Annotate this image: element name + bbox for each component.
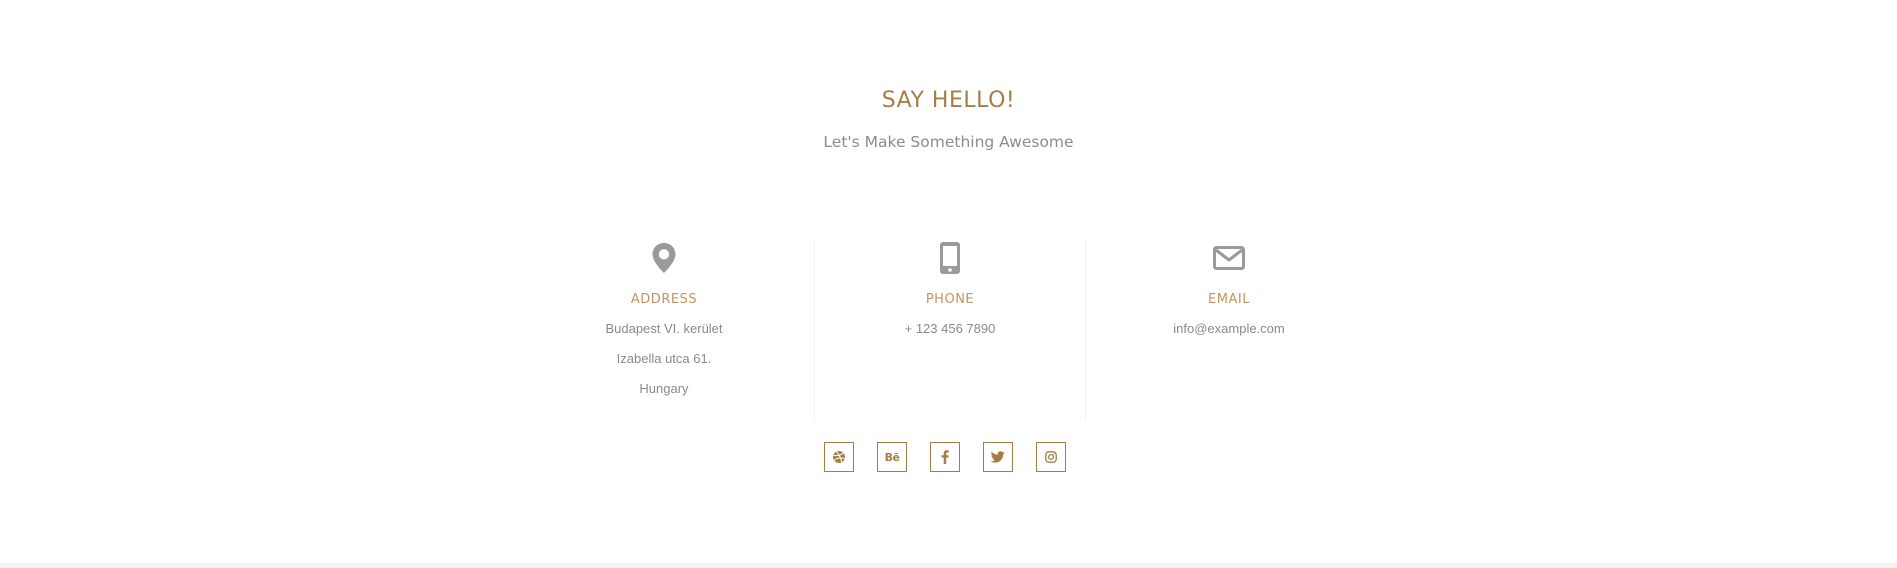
address-line: Hungary [639, 381, 689, 396]
dribbble-icon [833, 451, 845, 463]
map-marker-icon [529, 240, 799, 276]
mobile-phone-icon [815, 240, 1085, 276]
instagram-icon [1045, 451, 1057, 463]
address-line: Budapest VI. kerület [605, 321, 723, 336]
phone-number[interactable]: + 123 456 7890 [815, 321, 1085, 337]
dribbble-link[interactable] [824, 442, 854, 472]
email-address[interactable]: info@example.com [1094, 321, 1364, 337]
twitter-icon [991, 451, 1005, 463]
behance-icon: Bē [884, 450, 900, 464]
facebook-link[interactable] [930, 442, 960, 472]
behance-link[interactable]: Bē [877, 442, 907, 472]
phone-block: PHONE + 123 456 7890 [814, 240, 1086, 420]
email-label: EMAIL [1208, 292, 1250, 307]
address-line: Izabella utca 61. [616, 351, 712, 366]
instagram-link[interactable] [1036, 442, 1066, 472]
email-block: EMAIL info@example.com [1094, 240, 1364, 420]
facebook-icon [941, 450, 949, 464]
phone-label: PHONE [925, 292, 975, 307]
address-block: ADDRESS Budapest VI. kerület Izabella ut… [529, 240, 799, 420]
twitter-link[interactable] [983, 442, 1013, 472]
address-label: ADDRESS [630, 292, 698, 307]
social-links: Bē [824, 442, 1074, 474]
envelope-icon [1094, 240, 1364, 276]
footer-divider [0, 563, 1897, 568]
section-subtitle: Let's Make Something Awesome [823, 133, 1074, 151]
section-title: SAY HELLO! [881, 88, 1016, 113]
contact-section: SAY HELLO! Let's Make Something Awesome … [0, 0, 1897, 563]
